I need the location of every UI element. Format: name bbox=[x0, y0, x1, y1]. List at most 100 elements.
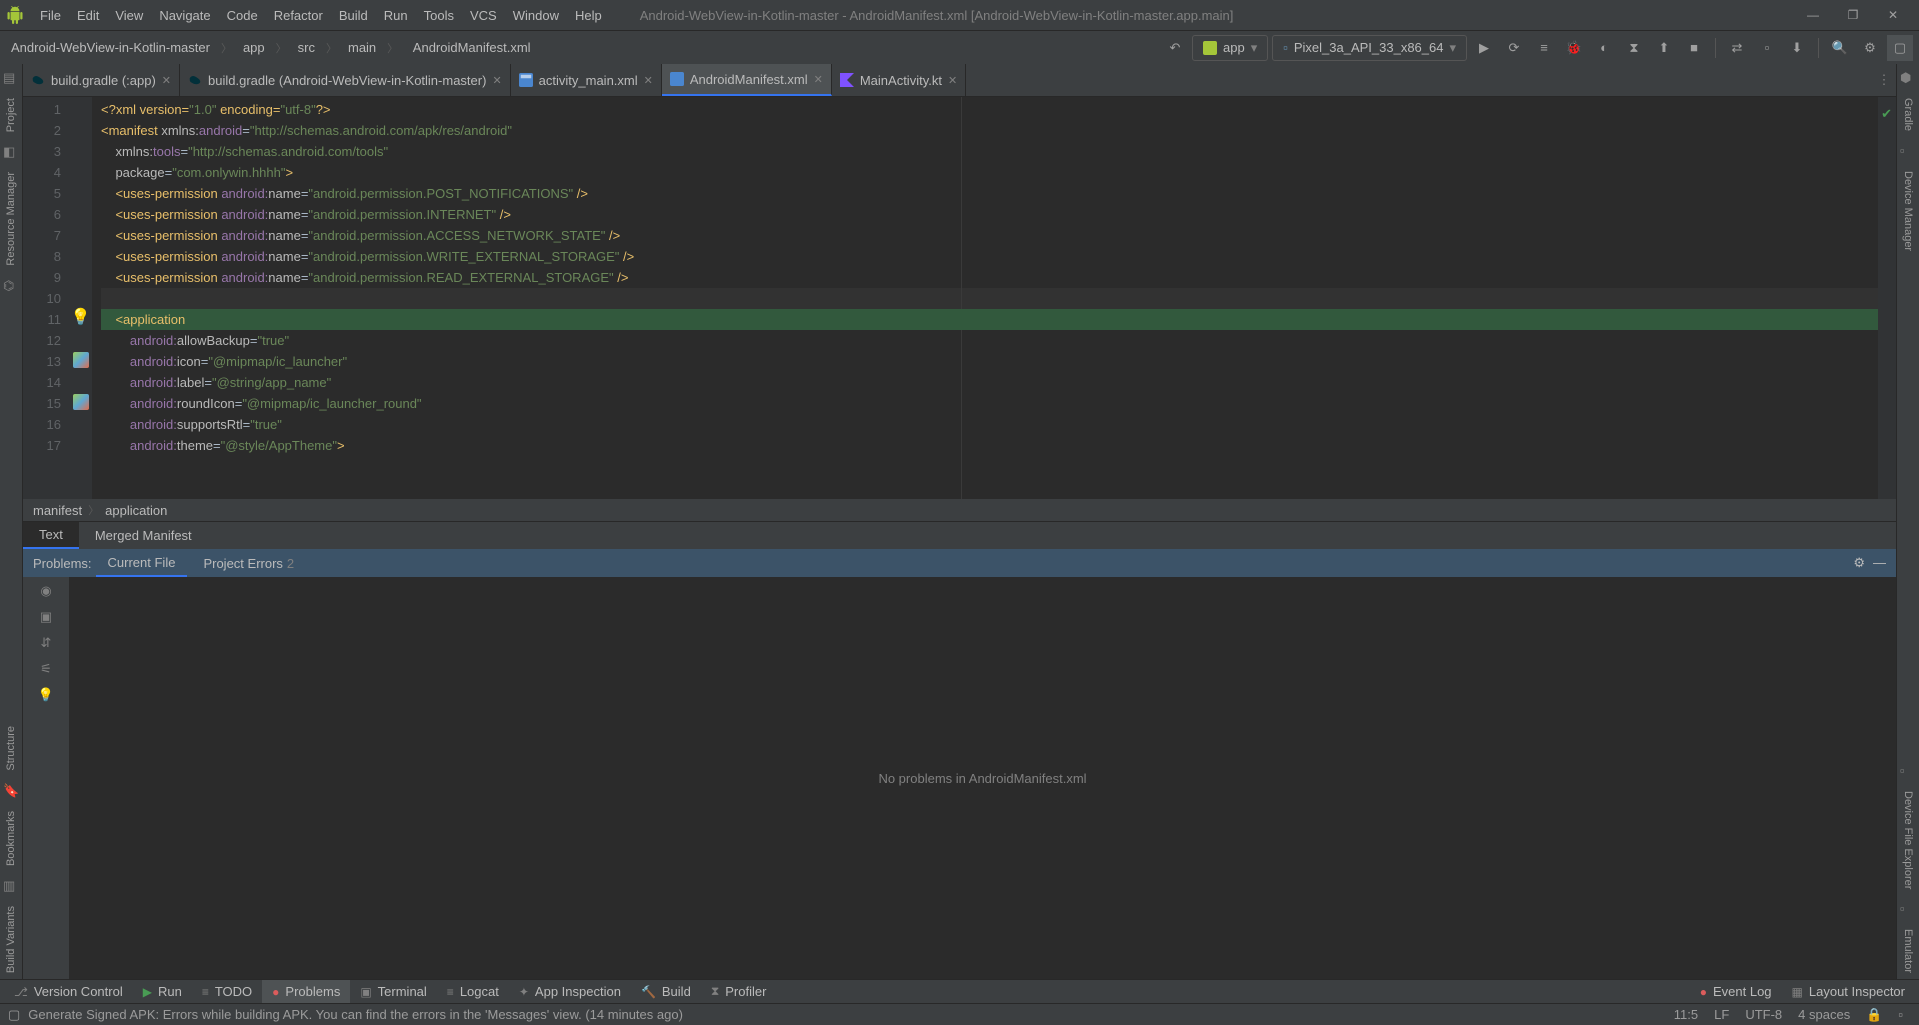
toolwin-layout-inspector[interactable]: ▦Layout Inspector bbox=[1782, 984, 1915, 999]
tab-build-gradle-root[interactable]: build.gradle (Android-WebView-in-Kotlin-… bbox=[180, 64, 511, 96]
status-readonly-icon[interactable]: 🔒 bbox=[1858, 1007, 1890, 1023]
code-area[interactable]: <?xml version="1.0" encoding="utf-8"?> <… bbox=[93, 97, 1878, 499]
maximize-button[interactable]: ❐ bbox=[1833, 8, 1873, 22]
drawable-preview-icon[interactable] bbox=[73, 352, 89, 368]
xml-breadcrumb-manifest[interactable]: manifest bbox=[33, 503, 82, 518]
status-line-ending[interactable]: LF bbox=[1706, 1007, 1737, 1022]
run-button[interactable]: ▶ bbox=[1471, 35, 1497, 61]
editor-marker-stripe[interactable]: ✔ bbox=[1878, 97, 1896, 499]
toolwin-problems[interactable]: ●Problems bbox=[262, 980, 350, 1003]
close-icon[interactable]: ✕ bbox=[162, 74, 171, 87]
debug-button[interactable]: 🐞 bbox=[1561, 35, 1587, 61]
problems-tab-project[interactable]: Project Errors 2 bbox=[191, 549, 306, 577]
close-icon[interactable]: ✕ bbox=[492, 74, 501, 87]
build-variants-icon[interactable]: ▥ bbox=[3, 878, 19, 894]
bookmark-icon[interactable]: 🔖 bbox=[3, 783, 19, 799]
hide-icon[interactable]: — bbox=[1873, 555, 1886, 571]
tab-activity-main[interactable]: activity_main.xml✕ bbox=[511, 64, 662, 96]
menu-file[interactable]: File bbox=[32, 0, 69, 30]
resource-manager-icon[interactable]: ◧ bbox=[3, 144, 19, 160]
menu-run[interactable]: Run bbox=[376, 0, 416, 30]
stop-button[interactable]: ■ bbox=[1681, 35, 1707, 61]
build-variants-tool-button[interactable]: Build Variants bbox=[5, 900, 17, 979]
expand-icon[interactable]: ⇵ bbox=[41, 635, 52, 651]
tab-build-gradle-app[interactable]: build.gradle (:app)✕ bbox=[23, 64, 180, 96]
breadcrumb-app[interactable]: app bbox=[238, 38, 270, 57]
sdk-manager-button[interactable]: ⬇ bbox=[1784, 35, 1810, 61]
menu-tools[interactable]: Tools bbox=[416, 0, 462, 30]
gradle-icon[interactable]: ⬢ bbox=[1900, 70, 1916, 86]
view-mode-icon[interactable]: ◉ bbox=[40, 583, 51, 599]
apply-changes-button[interactable]: ≡ bbox=[1531, 35, 1557, 61]
menu-view[interactable]: View bbox=[107, 0, 151, 30]
close-button[interactable]: ✕ bbox=[1873, 8, 1913, 22]
toolwin-app-inspection[interactable]: ✦App Inspection bbox=[509, 980, 631, 1003]
status-memory-icon[interactable]: ▫ bbox=[1890, 1007, 1911, 1022]
toolwin-logcat[interactable]: ≡Logcat bbox=[437, 980, 509, 1003]
apply-changes-restart-button[interactable]: ⟳ bbox=[1501, 35, 1527, 61]
gear-icon[interactable]: ⚙ bbox=[1853, 555, 1865, 571]
menu-window[interactable]: Window bbox=[505, 0, 567, 30]
tab-main-activity[interactable]: MainActivity.kt✕ bbox=[832, 64, 966, 96]
run-config-selector[interactable]: app▾ bbox=[1192, 35, 1268, 61]
breadcrumb-main[interactable]: main bbox=[343, 38, 381, 57]
menu-vcs[interactable]: VCS bbox=[462, 0, 505, 30]
toolwin-event-log[interactable]: ●Event Log bbox=[1690, 984, 1782, 999]
subtab-merged-manifest[interactable]: Merged Manifest bbox=[79, 522, 208, 549]
code-editor[interactable]: 1234567891011121314151617 💡 <?xml versio… bbox=[23, 97, 1896, 499]
structure-tool-button[interactable]: Structure bbox=[5, 720, 17, 777]
resource-manager-tool-button[interactable]: Resource Manager bbox=[5, 166, 17, 272]
menu-build[interactable]: Build bbox=[331, 0, 376, 30]
breadcrumb-root[interactable]: Android-WebView-in-Kotlin-master bbox=[6, 38, 215, 57]
menu-navigate[interactable]: Navigate bbox=[151, 0, 218, 30]
inspection-ok-icon[interactable]: ✔ bbox=[1881, 103, 1892, 124]
tab-android-manifest[interactable]: AndroidManifest.xml✕ bbox=[662, 64, 832, 96]
breadcrumb-src[interactable]: src bbox=[293, 38, 320, 57]
search-everywhere-button[interactable]: 🔍 bbox=[1827, 35, 1853, 61]
menu-code[interactable]: Code bbox=[219, 0, 266, 30]
project-icon[interactable]: ▤ bbox=[3, 70, 19, 86]
drawable-preview-icon[interactable] bbox=[73, 394, 89, 410]
attach-debugger-button[interactable]: ⬆ bbox=[1651, 35, 1677, 61]
breadcrumb-file[interactable]: AndroidManifest.xml bbox=[404, 38, 535, 57]
close-icon[interactable]: ✕ bbox=[948, 74, 957, 87]
device-selector[interactable]: ▫ Pixel_3a_API_33_x86_64▾ bbox=[1272, 35, 1467, 61]
status-indent[interactable]: 4 spaces bbox=[1790, 1007, 1858, 1022]
status-caret-pos[interactable]: 11:5 bbox=[1666, 1007, 1706, 1022]
status-encoding[interactable]: UTF-8 bbox=[1737, 1007, 1790, 1022]
xml-breadcrumb-application[interactable]: application bbox=[105, 503, 167, 518]
bookmarks-tool-button[interactable]: Bookmarks bbox=[5, 805, 17, 872]
sync-files-button[interactable]: ⇄ bbox=[1724, 35, 1750, 61]
toolwin-profiler[interactable]: ⧗Profiler bbox=[701, 980, 777, 1003]
device-file-explorer-icon[interactable]: ▫ bbox=[1900, 763, 1916, 779]
lightbulb-icon[interactable]: 💡 bbox=[71, 307, 91, 328]
avd-manager-button[interactable]: ▫ bbox=[1754, 35, 1780, 61]
emulator-tool-button[interactable]: Emulator bbox=[1902, 923, 1914, 979]
settings-button[interactable]: ⚙ bbox=[1857, 35, 1883, 61]
toolwin-run[interactable]: ▶Run bbox=[133, 980, 192, 1003]
project-tool-button[interactable]: Project bbox=[5, 92, 17, 138]
device-file-explorer-tool-button[interactable]: Device File Explorer bbox=[1902, 785, 1914, 895]
tab-overflow-button[interactable]: ⋮ bbox=[1872, 64, 1896, 96]
toolwin-terminal[interactable]: ▣Terminal bbox=[350, 980, 436, 1003]
toolwin-version-control[interactable]: ⎇Version Control bbox=[4, 980, 133, 1003]
device-manager-icon[interactable]: ▫ bbox=[1900, 143, 1916, 159]
close-icon[interactable]: ✕ bbox=[644, 74, 653, 87]
menu-help[interactable]: Help bbox=[567, 0, 610, 30]
filter-icon[interactable]: ⚟ bbox=[40, 661, 52, 677]
menu-edit[interactable]: Edit bbox=[69, 0, 107, 30]
gradle-tool-button[interactable]: Gradle bbox=[1902, 92, 1914, 137]
status-window-icon[interactable]: ▢ bbox=[8, 1007, 20, 1023]
minimize-button[interactable]: — bbox=[1793, 8, 1833, 22]
subtab-text[interactable]: Text bbox=[23, 522, 79, 549]
intention-icon[interactable]: 💡 bbox=[38, 687, 54, 703]
structure-icon[interactable]: ⌬ bbox=[3, 278, 19, 294]
make-project-button[interactable]: ↶ bbox=[1162, 35, 1188, 61]
problems-tab-current[interactable]: Current File bbox=[96, 549, 188, 577]
collapse-icon[interactable]: ▣ bbox=[40, 609, 52, 625]
menu-refactor[interactable]: Refactor bbox=[266, 0, 331, 30]
toolwin-build[interactable]: 🔨Build bbox=[631, 980, 701, 1003]
close-icon[interactable]: ✕ bbox=[814, 73, 823, 86]
toolwin-todo[interactable]: ≡TODO bbox=[192, 980, 262, 1003]
notifications-button[interactable]: ▢ bbox=[1887, 35, 1913, 61]
